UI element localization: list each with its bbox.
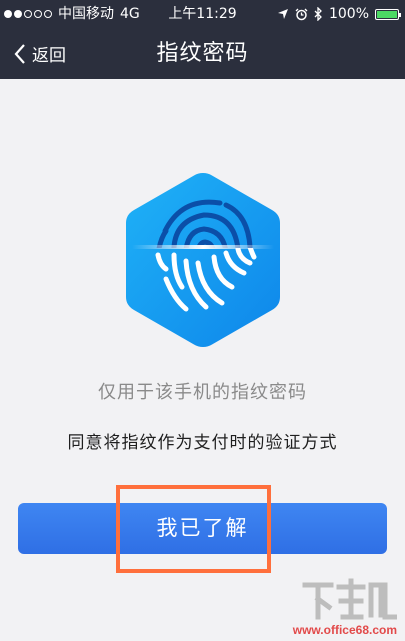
fingerprint-caption: 仅用于该手机的指纹密码	[98, 382, 307, 403]
bluetooth-icon	[314, 7, 322, 21]
status-right: 100%	[277, 0, 401, 28]
back-chevron-icon	[14, 43, 25, 64]
back-button[interactable]: 返回	[14, 28, 66, 79]
nav-bar: 指纹密码 返回	[0, 28, 405, 79]
watermark: www.office68.com	[251, 577, 401, 637]
agreement-text: 同意将指纹作为支付时的验证方式	[67, 433, 338, 453]
top-bar: 中国移动 4G 上午11:29 100% 指纹密码 返回	[0, 0, 405, 79]
alarm-icon	[295, 8, 308, 20]
watermark-url: www.office68.com	[292, 623, 397, 637]
watermark-logo	[302, 578, 397, 620]
status-bar: 中国移动 4G 上午11:29 100%	[0, 0, 405, 28]
battery-percent: 100%	[328, 6, 369, 22]
fingerprint-icon	[122, 169, 284, 351]
battery-icon	[375, 8, 401, 20]
highlight-box	[116, 485, 271, 573]
back-label: 返回	[32, 46, 66, 66]
location-icon	[277, 9, 288, 19]
